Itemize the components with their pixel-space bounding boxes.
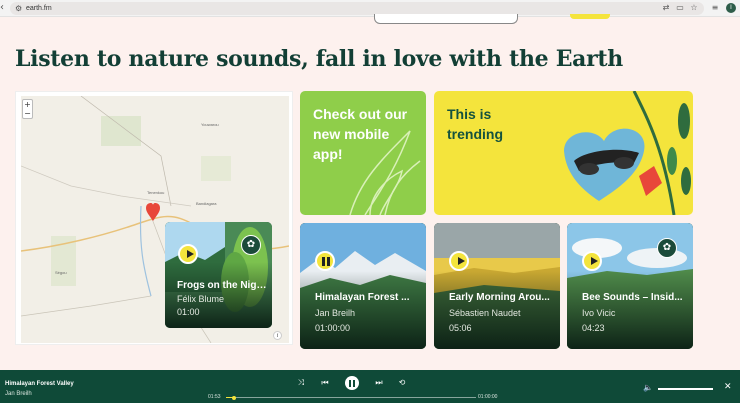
promo-title[interactable]: This is trending	[447, 104, 547, 144]
zoom-in-button[interactable]: +	[23, 100, 32, 109]
progress-slider[interactable]	[226, 395, 476, 400]
sound-author[interactable]: Sébastien Naudet	[449, 308, 521, 318]
pause-button[interactable]	[315, 251, 335, 271]
shuffle-icon[interactable]: ⤨	[295, 377, 307, 389]
map-label: Ségou	[55, 270, 67, 275]
repeat-icon[interactable]: ⟲	[396, 377, 408, 389]
play-button[interactable]	[449, 251, 469, 271]
sound-title[interactable]: Frogs on the Niger ...	[177, 280, 267, 291]
next-icon[interactable]: ⏭	[373, 377, 385, 389]
mobile-app-promo-card[interactable]: Check out our new mobile app!	[300, 91, 426, 215]
sound-author[interactable]: Ivo Vicic	[582, 308, 615, 318]
extensions-icon[interactable]: ≡	[710, 3, 720, 13]
sound-duration: 01:00:00	[315, 323, 351, 333]
browser-toolbar: ‹ ⚙ earth.fm ⇄ ▭ ☆ ≡ I	[0, 0, 740, 17]
header-button-edge[interactable]	[570, 14, 610, 19]
back-icon[interactable]: ‹	[0, 2, 6, 14]
previous-icon[interactable]: ⏮	[319, 377, 331, 389]
map-pin-icon[interactable]	[146, 203, 160, 221]
map-label: Bandiagara	[196, 201, 217, 206]
sound-card-himalayan[interactable]: Himalayan Forest ... Jan Breilh 01:00:00	[300, 223, 426, 349]
promo-title[interactable]: Check out our new mobile app!	[313, 104, 413, 164]
sound-duration: 01:00	[177, 307, 200, 317]
sound-author[interactable]: Félix Blume	[177, 294, 224, 304]
elapsed-time: 01:53	[208, 394, 221, 400]
sound-author[interactable]: Jan Breilh	[315, 308, 355, 318]
map-zoom-control[interactable]: + −	[22, 99, 33, 119]
sound-title[interactable]: Himalayan Forest ...	[315, 292, 420, 303]
page-title: Listen to nature sounds, fall in love wi…	[15, 46, 623, 72]
search-box-edge[interactable]	[374, 14, 518, 24]
sound-title[interactable]: Bee Sounds – Insid...	[582, 292, 687, 303]
play-button[interactable]	[582, 251, 602, 271]
now-playing-author[interactable]: Jan Breilh	[5, 391, 32, 397]
sound-duration: 05:06	[449, 323, 472, 333]
sound-card-frogs[interactable]: ✿ Frogs on the Niger ... Félix Blume 01:…	[165, 222, 272, 328]
sound-card-bee-sounds[interactable]: ✿ Bee Sounds – Insid... Ivo Vicic 04:23	[567, 223, 693, 349]
sound-title[interactable]: Early Morning Arou...	[449, 292, 554, 303]
profile-avatar[interactable]: I	[726, 3, 736, 13]
url-text[interactable]: earth.fm	[26, 2, 52, 15]
volume-slider[interactable]	[658, 388, 713, 390]
map-label: Youwarou	[201, 122, 219, 127]
progress-handle[interactable]	[232, 395, 236, 400]
close-icon[interactable]: ✕	[724, 382, 732, 392]
site-settings-icon[interactable]: ⚙	[15, 2, 22, 15]
volume-icon[interactable]: 🔈	[643, 383, 653, 392]
bookmark-star-icon[interactable]: ☆	[689, 3, 699, 13]
map-label: Tenenkou	[147, 190, 165, 195]
map-attribution-button[interactable]: i	[273, 331, 282, 340]
now-playing-title[interactable]: Himalayan Forest Valley	[5, 381, 74, 387]
lotus-badge-icon: ✿	[657, 238, 677, 258]
total-time: 01:00:00	[478, 394, 498, 400]
cast-icon[interactable]: ▭	[675, 3, 685, 13]
trending-promo-card[interactable]: This is trending	[434, 91, 693, 215]
sound-card-early-morning[interactable]: Early Morning Arou... Sébastien Naudet 0…	[434, 223, 560, 349]
pause-button[interactable]	[345, 376, 359, 390]
audio-player-bar: Himalayan Forest Valley Jan Breilh ⤨ ⏮ ⏭…	[0, 370, 740, 403]
zoom-out-button[interactable]: −	[23, 109, 32, 118]
lotus-badge-icon: ✿	[241, 235, 261, 255]
play-button[interactable]	[178, 244, 198, 264]
sound-duration: 04:23	[582, 323, 605, 333]
translate-icon[interactable]: ⇄	[661, 3, 671, 13]
